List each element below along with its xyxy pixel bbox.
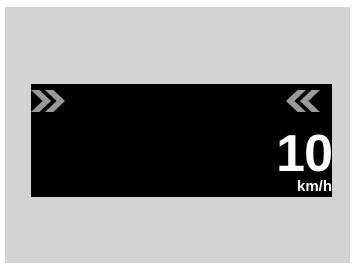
chevron-left-icon: [300, 90, 320, 112]
chevron-right-icon: [31, 90, 51, 112]
speed-value: 10: [276, 125, 332, 183]
speed-unit: km/h: [296, 178, 332, 195]
speed-display: 10 km/h: [31, 84, 332, 197]
